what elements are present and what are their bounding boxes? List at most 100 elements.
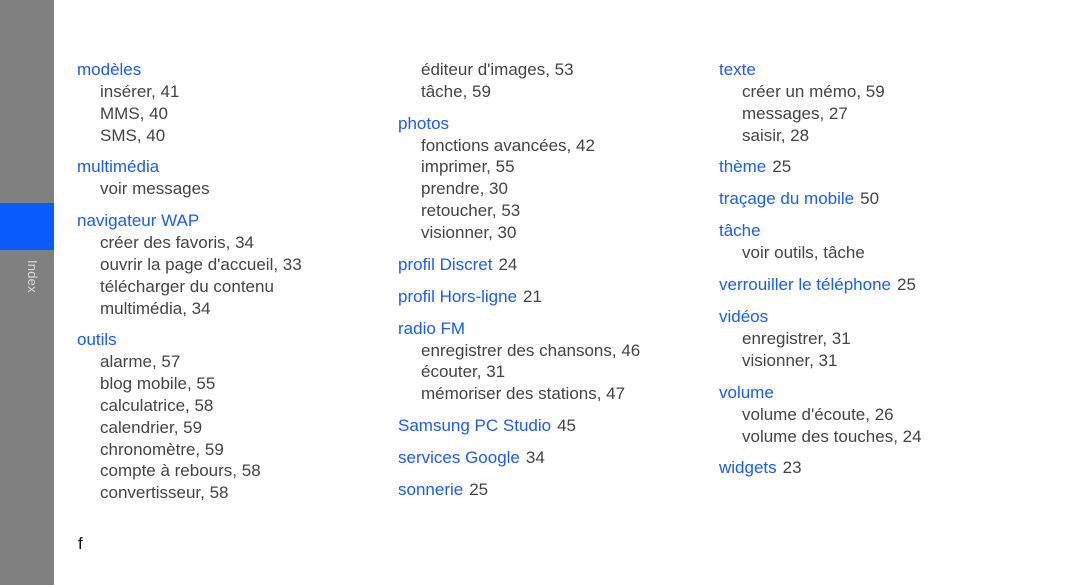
index-term-label: thème	[719, 157, 767, 177]
index-term[interactable]: sonnerie 25	[398, 479, 718, 501]
index-term-label: tâche	[719, 221, 761, 241]
index-subentry: calculatrice, 58	[100, 395, 214, 415]
index-term[interactable]: profil Discret 24	[398, 254, 718, 276]
index-subentry: écouter, 31	[421, 362, 506, 382]
index-term-label: sonnerie	[398, 479, 464, 499]
index-subentry: ouvrir la page d'accueil, 33	[100, 254, 302, 274]
index-term[interactable]: tâche	[719, 220, 1039, 242]
index-term-label: Samsung PC Studio	[398, 415, 552, 435]
index-term-label: profil Discret	[398, 254, 493, 274]
index-page-number: 21	[523, 286, 542, 306]
index-term[interactable]: profil Hors-ligne 21	[398, 286, 718, 308]
index-term-label: vidéos	[719, 307, 769, 327]
index-subentry: télécharger du contenu	[100, 276, 274, 296]
index-term-label: volume	[719, 382, 774, 402]
index-subentry: enregistrer des chansons, 46	[421, 340, 641, 360]
index-subentry: créer des favoris, 34	[100, 233, 255, 253]
index-term-label: profil Hors-ligne	[398, 286, 518, 306]
index-term-label: traçage du mobile	[719, 189, 855, 209]
index-subentry: chronomètre, 59	[100, 439, 224, 459]
index-term[interactable]: widgets 23	[719, 457, 1039, 479]
index-continuation: éditeur d'images, 53 tâche, 59	[398, 59, 718, 103]
index-subentry: visionner, 31	[742, 350, 838, 370]
index-entry: multimédia voir messages	[77, 156, 397, 200]
index-term-label: services Google	[398, 447, 520, 467]
index-term[interactable]: volume	[719, 382, 1039, 404]
index-subentry: retoucher, 53	[421, 200, 521, 220]
index-entry: outils alarme, 57 blog mobile, 55 calculatr…	[77, 329, 397, 504]
sidebar-index-tab[interactable]	[0, 203, 54, 250]
index-term[interactable]: thème 25	[719, 156, 1039, 178]
index-subentry: multimédia, 34	[100, 298, 211, 318]
index-subentry: messages, 27	[742, 103, 848, 123]
index-term[interactable]: vidéos	[719, 306, 1039, 328]
index-subentry: prendre, 30	[421, 179, 508, 199]
index-page-number: 25	[897, 275, 916, 295]
sidebar-label: Index	[25, 260, 40, 293]
page-footer-letter: f	[78, 534, 83, 553]
index-term-label: photos	[398, 113, 450, 133]
index-term[interactable]: multimédia	[77, 156, 397, 178]
index-subentry: alarme, 57	[100, 352, 181, 372]
index-subentry: visionner, 30	[421, 222, 517, 242]
index-column-1: modèles insérer, 41 MMS, 40 SMS, 40 multiméd…	[77, 59, 397, 514]
index-entry: modèles insérer, 41 MMS, 40 SMS, 40	[77, 59, 397, 146]
index-page-number: 23	[782, 458, 802, 478]
index-entry: sonnerie 25	[398, 479, 718, 501]
index-term[interactable]: texte	[719, 59, 1039, 81]
index-entry: tâche voir outils, tâche	[719, 220, 1039, 264]
index-term[interactable]: navigateur WAP	[77, 210, 397, 232]
index-subentry: saisir, 28	[742, 125, 810, 145]
index-entry: widgets 23	[719, 457, 1039, 479]
index-entry: Samsung PC Studio 45	[398, 415, 718, 437]
index-entry: traçage du mobile 50	[719, 188, 1039, 210]
index-term[interactable]: radio FM	[398, 318, 718, 340]
index-entry: verrouiller le téléphone 25	[719, 274, 1039, 296]
index-subentry: voir messages	[100, 179, 210, 199]
sidebar: Index	[0, 0, 54, 585]
index-page-number: 50	[860, 189, 880, 209]
index-subentry: tâche, 59	[421, 81, 491, 101]
index-subentry: MMS, 40	[100, 103, 169, 123]
index-page-number: 45	[557, 415, 577, 435]
index-term[interactable]: services Google 34	[398, 447, 718, 469]
index-term-label: multimédia	[77, 157, 160, 177]
index-subentry: imprimer, 55	[421, 157, 515, 177]
index-subentry: enregistrer, 31	[742, 329, 851, 349]
index-term[interactable]: outils	[77, 329, 397, 351]
index-entry: volume volume d'écoute, 26 volume des touc…	[719, 382, 1039, 448]
index-entry: profil Hors-ligne 21	[398, 286, 718, 308]
index-entry: vidéos enregistrer, 31 visionner, 31	[719, 306, 1039, 372]
index-column-2: éditeur d'images, 53 tâche, 59 photos fonct…	[398, 59, 718, 511]
index-subentry: mémoriser des stations, 47	[421, 384, 626, 404]
index-subentry: compte à rebours, 58	[100, 461, 261, 481]
index-subentry: insérer, 41	[100, 82, 180, 101]
index-term[interactable]: photos	[398, 113, 718, 135]
index-entry: navigateur WAP créer des favoris, 34 ouvri…	[77, 210, 397, 319]
index-term-label: texte	[719, 60, 756, 79]
index-entry: services Google 34	[398, 447, 718, 469]
index-term[interactable]: verrouiller le téléphone 25	[719, 274, 1039, 296]
index-term[interactable]: Samsung PC Studio 45	[398, 415, 718, 437]
index-subentry: volume d'écoute, 26	[742, 404, 894, 424]
index-column-3: texte créer un mémo, 59 messages, 27 saisir…	[719, 59, 1039, 489]
index-subentry: blog mobile, 55	[100, 374, 216, 394]
index-entry: photos fonctions avancées, 42 imprimer, 55…	[398, 113, 718, 244]
index-term-label: verrouiller le téléphone	[719, 275, 891, 295]
index-term[interactable]: traçage du mobile 50	[719, 188, 1039, 210]
index-term-label: navigateur WAP	[77, 211, 200, 231]
index-subentry: éditeur d'images, 53	[421, 60, 574, 79]
index-term[interactable]: modèles	[77, 59, 397, 81]
index-page-number: 25	[772, 157, 792, 177]
index-entry: texte créer un mémo, 59 messages, 27 saisir…	[719, 59, 1039, 146]
index-subentry: voir outils, tâche	[742, 243, 865, 263]
index-term-label: widgets	[719, 458, 777, 478]
index-page-number: 24	[498, 254, 518, 274]
index-term-label: radio FM	[398, 318, 466, 338]
index-subentry: calendrier, 59	[100, 417, 203, 437]
index-term-label: modèles	[77, 60, 142, 79]
index-subentry: créer un mémo, 59	[742, 82, 885, 101]
index-page-number: 34	[525, 447, 545, 467]
index-subentry: SMS, 40	[100, 125, 166, 145]
index-entry: profil Discret 24	[398, 254, 718, 276]
